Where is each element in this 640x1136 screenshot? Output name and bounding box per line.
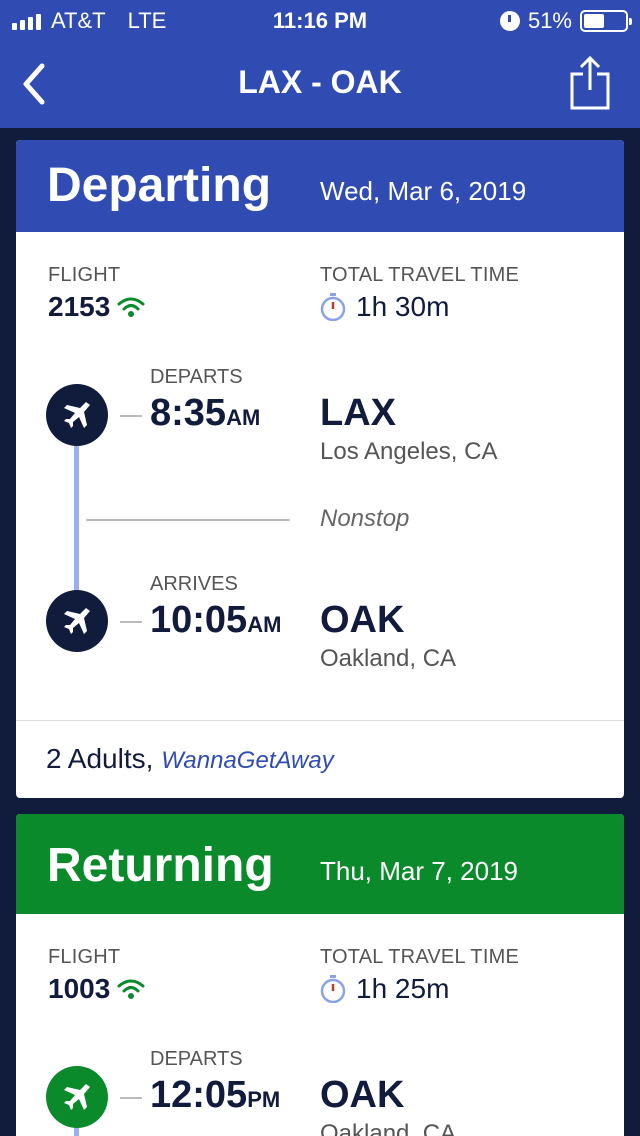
travel-time-value: 1h 30m [356,291,450,322]
arrives-connector [120,621,142,623]
departing-label: Departing [47,159,272,212]
departing-header: Departing Wed, Mar 6, 2019 [16,140,624,232]
passengers: 2 Adults, [46,743,154,774]
flight-number-row: 2153 [48,291,146,323]
return-departs-time-value: 12:05 [150,1074,248,1116]
returning-date: Thu, Mar 7, 2019 [320,856,518,886]
return-travel-time-label: TOTAL TRAVEL TIME [320,946,520,968]
travel-time-row: 1h 30m [320,291,519,323]
dest-city: Oakland, CA [320,645,457,672]
return-travel-time-info: TOTAL TRAVEL TIME 1h 25m [320,946,519,1005]
return-flight-label: FLIGHT [48,946,121,968]
battery-percent: 51% [527,8,572,33]
airplane-icon [64,402,90,428]
return-departs-time: 12:05PM [150,1074,280,1117]
return-departs-ampm: PM [247,1087,281,1112]
departs-ampm: AM [226,405,261,430]
share-icon [570,55,610,110]
return-flight-info: FLIGHT 1003 [48,946,146,1005]
page-title: LAX - OAK [238,64,402,100]
status-bar: AT&T LTE 11:16 PM 51% [0,0,640,40]
departing-date: Wed, Mar 6, 2019 [320,176,527,206]
flight-label: FLIGHT [48,264,121,286]
origin-city: Los Angeles, CA [320,438,498,465]
stopwatch-icon [320,975,346,1003]
passenger-info: 2 Adults, WannaGetAway [46,743,334,775]
returning-label: Returning [47,839,274,892]
fare-type: WannaGetAway [161,747,334,774]
battery-icon [580,10,632,32]
travel-time-label: TOTAL TRAVEL TIME [320,264,520,286]
arrives-time-value: 10:05 [150,599,248,641]
timeline-line [74,442,79,602]
airplane-icon [64,608,90,634]
origin-code: LAX [320,392,396,434]
return-flight-number: 1003 [48,973,111,1004]
departs-connector [120,415,142,417]
flight-info: FLIGHT 2153 [48,264,146,323]
dest-code: OAK [320,599,405,641]
return-flight-number-row: 1003 [48,973,146,1005]
return-origin-city: Oakland, CA [320,1120,457,1136]
return-departs-plane-badge [46,1066,108,1128]
arrives-ampm: AM [247,612,282,637]
alarm-icon [499,11,520,31]
departs-label: DEPARTS [150,366,243,388]
departing-card: Departing Wed, Mar 6, 2019 FLIGHT 2153 T… [16,140,624,798]
departs-time: 8:35AM [150,392,260,435]
return-departs-label: DEPARTS [150,1048,243,1070]
flight-number: 2153 [48,291,111,322]
top-bar: AT&T LTE 11:16 PM 51% LAX - OAK [0,0,640,128]
nav-bar: LAX - OAK [0,40,640,128]
stops-text: Nonstop [320,505,410,532]
departing-body: FLIGHT 2153 TOTAL TRAVEL TIME 1h 30m DEP… [16,232,624,798]
departs-time-value: 8:35 [150,392,227,434]
return-origin-code: OAK [320,1074,405,1116]
arrives-plane-badge [46,590,108,652]
returning-header: Returning Thu, Mar 7, 2019 [16,814,624,914]
wifi-icon [117,297,145,317]
airplane-icon [64,1084,90,1110]
return-travel-time-value: 1h 25m [356,973,450,1004]
returning-body: FLIGHT 1003 TOTAL TRAVEL TIME 1h 25m DEP… [16,914,624,1136]
departs-plane-badge [46,384,108,446]
departing-footer: 2 Adults, WannaGetAway [16,720,624,798]
return-travel-time-row: 1h 25m [320,973,519,1005]
arrives-label: ARRIVES [150,573,238,595]
wifi-icon [117,979,145,999]
share-button[interactable] [568,54,612,112]
battery-fill [584,14,605,28]
stopwatch-icon [320,293,346,321]
travel-time-info: TOTAL TRAVEL TIME 1h 30m [320,264,519,323]
stops-divider [86,519,290,521]
status-right: 51% [499,8,632,34]
return-departs-connector [120,1097,142,1099]
arrives-time: 10:05AM [150,599,281,642]
returning-card: Returning Thu, Mar 7, 2019 FLIGHT 1003 T… [16,814,624,1136]
